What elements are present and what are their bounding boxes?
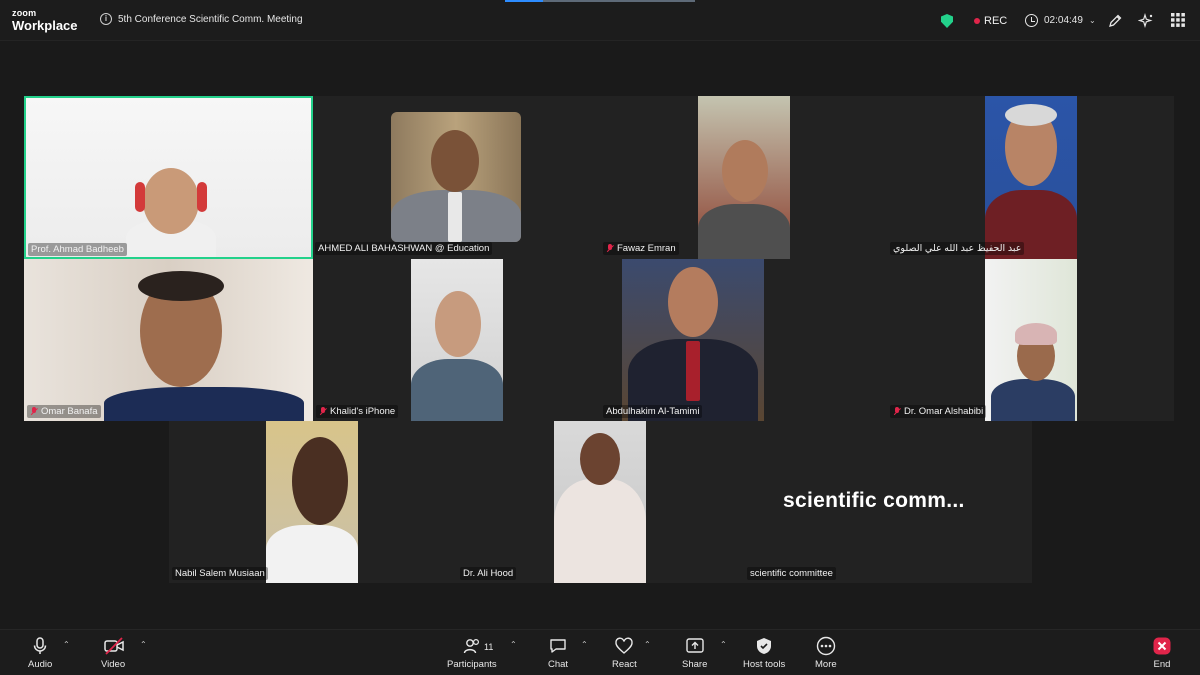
- participant-name-label: scientific committee: [747, 567, 836, 580]
- share-label: Share: [682, 659, 708, 670]
- participant-video: [622, 259, 764, 421]
- audio-options-caret-icon[interactable]: ⌃: [63, 640, 70, 649]
- participant-name-label: Omar Banafa: [27, 405, 101, 418]
- video-button[interactable]: Video: [101, 636, 125, 670]
- react-button[interactable]: React: [612, 636, 637, 670]
- audio-button[interactable]: Audio: [28, 636, 52, 670]
- end-x-icon: [1152, 636, 1172, 656]
- participant-tile[interactable]: Prof. Ahmad Badheeb: [24, 96, 313, 259]
- video-options-caret-icon[interactable]: ⌃: [140, 640, 147, 649]
- meeting-controls: Audio ⌃ Video ⌃ Participants 11 ⌃ Chat ⌃…: [0, 629, 1200, 675]
- chat-options-caret-icon[interactable]: ⌃: [581, 640, 588, 649]
- participant-tile[interactable]: Khalid's iPhone: [313, 259, 600, 421]
- mic-muted-icon: [319, 407, 327, 416]
- participant-video: [985, 96, 1077, 259]
- participant-name-label: Nabil Salem Musiaan: [172, 567, 268, 580]
- participant-name-label: AHMED ALI BAHASHWAN @ Education: [315, 242, 493, 255]
- participant-video: [411, 259, 503, 421]
- participant-video: [391, 112, 521, 242]
- share-button[interactable]: Share: [682, 636, 707, 670]
- mic-muted-icon: [893, 407, 901, 416]
- host-tools-button[interactable]: Host tools: [743, 636, 785, 670]
- end-meeting-button[interactable]: End: [1152, 636, 1172, 670]
- end-label: End: [1153, 659, 1171, 670]
- participant-video: [24, 259, 313, 421]
- video-label: Video: [101, 659, 126, 670]
- participant-name-label: عبد الحفيظ عبد الله علي الصلوي: [890, 242, 1025, 255]
- video-off-name: scientific comm...: [783, 489, 965, 512]
- chat-bubble-icon: [548, 636, 568, 656]
- share-screen-icon: [685, 636, 705, 656]
- more-dots-icon: [816, 636, 836, 656]
- participant-tile[interactable]: عبد الحفيظ عبد الله علي الصلوي: [887, 96, 1174, 259]
- participant-video: [26, 98, 311, 257]
- participants-icon: [462, 636, 482, 656]
- participants-label: Participants: [447, 659, 497, 670]
- video-off-icon: [103, 636, 124, 656]
- host-shield-icon: [754, 636, 774, 656]
- participant-tile[interactable]: Nabil Salem Musiaan: [169, 421, 458, 583]
- participant-name-label: Abdulhakim Al-Tamimi: [603, 405, 703, 418]
- mic-muted-icon: [606, 244, 614, 253]
- video-gallery: Prof. Ahmad Badheeb AHMED ALI BAHASHWAN …: [0, 0, 1200, 675]
- participant-tile[interactable]: Dr. Omar Alshabibi: [887, 259, 1174, 421]
- participants-count: 11: [484, 642, 494, 652]
- react-label: React: [612, 659, 637, 670]
- participant-name-label: Fawaz Emran: [603, 242, 679, 255]
- participant-name-label: Prof. Ahmad Badheeb: [28, 243, 127, 256]
- participants-options-caret-icon[interactable]: ⌃: [510, 640, 517, 649]
- participant-tile[interactable]: AHMED ALI BAHASHWAN @ Education: [313, 96, 600, 259]
- participant-tile[interactable]: Dr. Ali Hood: [458, 421, 745, 583]
- audio-label: Audio: [28, 659, 53, 670]
- participant-video: [554, 421, 646, 583]
- participant-video: [985, 259, 1077, 421]
- participant-name-label: Khalid's iPhone: [316, 405, 399, 418]
- host-tools-label: Host tools: [743, 659, 786, 670]
- heart-icon: [614, 636, 634, 656]
- participant-name-label: Dr. Omar Alshabibi: [890, 405, 987, 418]
- share-options-caret-icon[interactable]: ⌃: [720, 640, 727, 649]
- participant-video: [266, 421, 358, 583]
- more-label: More: [815, 659, 837, 670]
- participant-video: [698, 96, 790, 259]
- microphone-icon: [30, 636, 50, 656]
- react-options-caret-icon[interactable]: ⌃: [644, 640, 651, 649]
- participant-name-label: Dr. Ali Hood: [460, 567, 517, 580]
- participant-tile[interactable]: Abdulhakim Al-Tamimi: [600, 259, 887, 421]
- chat-button[interactable]: Chat: [548, 636, 568, 670]
- chat-label: Chat: [548, 659, 569, 670]
- mic-muted-icon: [30, 407, 38, 416]
- participant-tile[interactable]: Fawaz Emran: [600, 96, 887, 259]
- more-button[interactable]: More: [815, 636, 837, 670]
- participant-tile[interactable]: Omar Banafa: [24, 259, 313, 421]
